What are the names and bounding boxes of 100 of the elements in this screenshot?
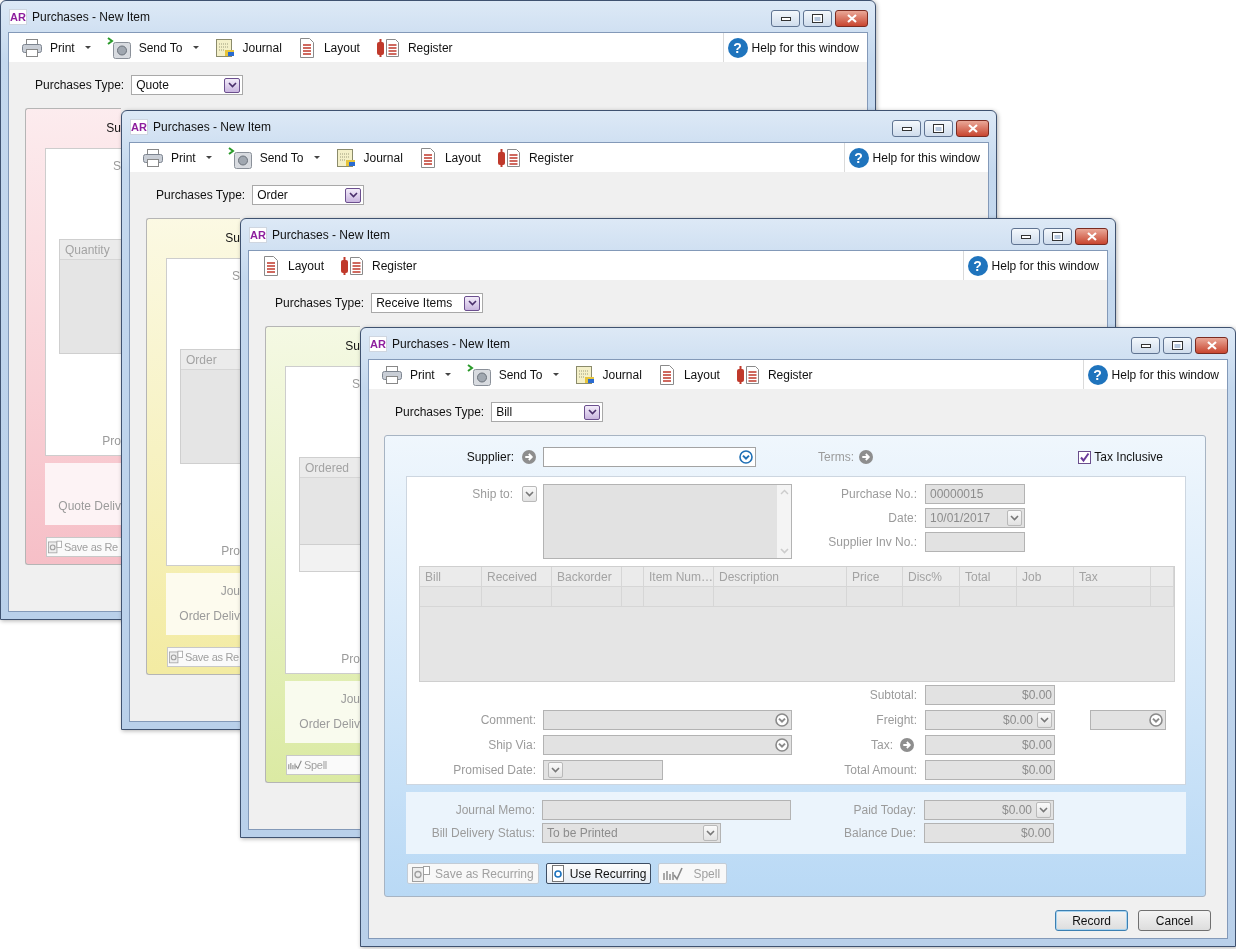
column-header: Item Num…: [644, 567, 714, 586]
close-button[interactable]: [1195, 337, 1228, 354]
send-button[interactable]: Send To: [225, 145, 322, 170]
field-label: Order Deliv: [298, 717, 360, 731]
field-label: Su: [105, 120, 121, 136]
dialog-button[interactable]: Cancel: [1138, 910, 1211, 931]
maximize-icon: [1052, 232, 1063, 241]
dialog-button[interactable]: Record: [1055, 910, 1128, 931]
field-label: Comment:: [479, 713, 536, 727]
text-field[interactable]: [542, 800, 791, 820]
field-label: Purchases Type:: [275, 296, 365, 310]
send-button[interactable]: Send To: [104, 35, 201, 60]
text-field[interactable]: [925, 532, 1025, 552]
register-button[interactable]: Register: [733, 362, 815, 387]
dropdown-button[interactable]: [584, 404, 601, 420]
field-label: Terms:: [817, 450, 854, 464]
combo-field[interactable]: [543, 735, 792, 755]
notepad-icon: [574, 364, 595, 385]
help-button[interactable]: ? Help for this window: [843, 143, 988, 172]
maximize-button[interactable]: [1043, 228, 1072, 245]
maximize-button[interactable]: [1163, 337, 1192, 354]
register-button[interactable]: Register: [373, 35, 455, 60]
minimize-icon: [1020, 234, 1031, 239]
help-icon: ?: [1087, 364, 1108, 385]
help-button[interactable]: ? Help for this window: [962, 251, 1107, 280]
minimize-button[interactable]: [892, 120, 921, 137]
supplier-field[interactable]: [543, 447, 756, 467]
field-label: Total Amount:: [844, 763, 917, 777]
checkbox-label: Tax Inclusive: [1094, 450, 1163, 464]
column-header: Order: [181, 350, 240, 370]
dropdown-button[interactable]: [345, 187, 362, 203]
dropdown-icon: [739, 450, 753, 464]
recurring-icon: [48, 539, 62, 555]
print-button[interactable]: Print: [20, 35, 93, 60]
field-label: Purchases Type:: [156, 188, 246, 202]
date-field[interactable]: [543, 760, 663, 780]
journal-button[interactable]: Journal: [212, 35, 284, 60]
window-title: Purchases - New Item: [153, 119, 272, 134]
ledger-icon: [340, 255, 365, 276]
layout-button[interactable]: Layout: [260, 253, 327, 278]
close-button[interactable]: [956, 120, 989, 137]
column-header: Total: [960, 567, 1017, 586]
minimize-button[interactable]: [771, 10, 800, 27]
register-button[interactable]: Register: [338, 253, 419, 278]
field-label: Bill Delivery Status:: [430, 826, 535, 840]
journal-button[interactable]: Journal: [572, 362, 644, 387]
dropdown-icon: [775, 713, 789, 727]
send-button[interactable]: Send To: [464, 362, 561, 387]
ledger-icon: [496, 147, 521, 168]
ship-to-field[interactable]: [543, 484, 792, 559]
column-header: Job: [1017, 567, 1074, 586]
printer-icon: [143, 148, 163, 167]
field-label: Pro: [220, 544, 240, 558]
purchases-type-field[interactable]: Quote: [131, 75, 244, 95]
help-button[interactable]: ? Help for this window: [722, 33, 867, 62]
field-label: Balance Due:: [842, 826, 916, 840]
checkbox[interactable]: [1078, 450, 1092, 464]
close-button[interactable]: [835, 10, 868, 27]
column-header: Received: [482, 567, 552, 586]
layout-button[interactable]: Layout: [655, 362, 722, 387]
field-label: Subtotal:: [869, 688, 917, 702]
combo-field[interactable]: [1090, 710, 1166, 730]
field-label: Date:: [887, 511, 917, 525]
layout-button[interactable]: Layout: [295, 35, 362, 60]
app-icon: AR: [130, 118, 148, 135]
purchases-type-field[interactable]: Receive Items: [371, 293, 484, 313]
purchases-type-field[interactable]: Order: [252, 185, 365, 205]
combo-field[interactable]: [543, 710, 792, 730]
chevron-icon: [348, 192, 358, 198]
dropdown-icon: [775, 738, 789, 752]
print-button[interactable]: Print: [141, 145, 214, 170]
dropdown-button[interactable]: [464, 295, 481, 311]
minimize-button[interactable]: [1011, 228, 1040, 245]
column-header: Backorder: [552, 567, 622, 586]
minimize-button[interactable]: [1131, 337, 1160, 354]
field-label: Ship to:: [471, 486, 513, 503]
dropdown-button[interactable]: [224, 77, 241, 93]
field-label: Su: [344, 338, 360, 354]
help-button[interactable]: ? Help for this window: [1082, 360, 1227, 389]
field-label: Order Deliv: [178, 609, 240, 623]
window-title: Purchases - New Item: [392, 336, 511, 351]
field-label: Supplier Inv No.:: [827, 535, 917, 549]
maximize-button[interactable]: [803, 10, 832, 27]
purchases-type-field[interactable]: Bill: [491, 402, 604, 422]
print-button[interactable]: Print: [380, 362, 453, 387]
column-header: Ordered: [300, 458, 360, 478]
use-recurring-button[interactable]: Use Recurring: [545, 863, 652, 884]
field-label: Purchase No.:: [839, 487, 917, 501]
close-button[interactable]: [1075, 228, 1108, 245]
journal-button[interactable]: Journal: [333, 145, 405, 170]
layout-button[interactable]: Layout: [416, 145, 483, 170]
help-icon: ?: [727, 37, 748, 58]
chevron-icon: [1040, 717, 1049, 723]
notepad-icon: [214, 37, 235, 58]
register-button[interactable]: Register: [494, 145, 576, 170]
field-label: Paid Today:: [852, 803, 916, 817]
app-icon: AR: [9, 8, 27, 25]
document-icon: [297, 37, 316, 58]
maximize-button[interactable]: [924, 120, 953, 137]
dropdown-icon: [1149, 713, 1163, 727]
